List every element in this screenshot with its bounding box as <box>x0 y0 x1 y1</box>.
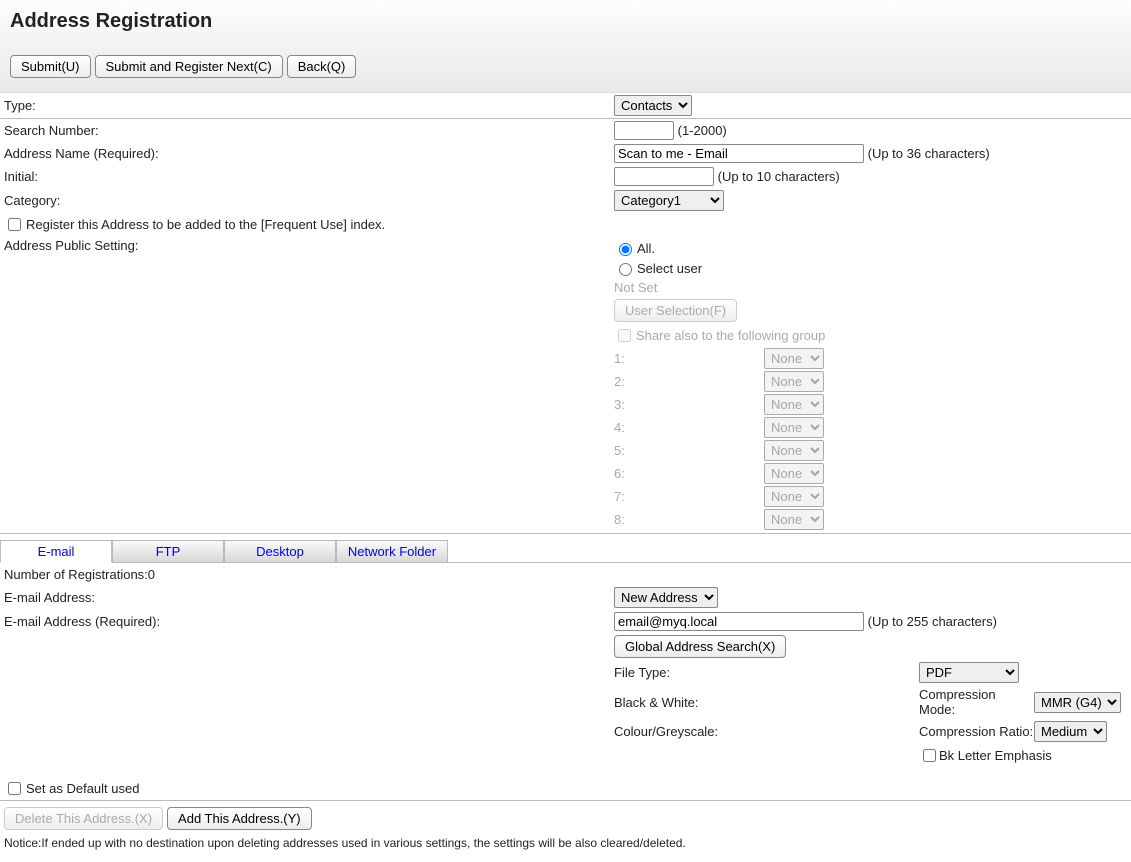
group-5-label: 5: <box>614 443 764 458</box>
search-number-label: Search Number: <box>4 123 614 138</box>
address-name-hint: (Up to 36 characters) <box>868 146 990 161</box>
user-selection-button: User Selection(F) <box>614 299 737 322</box>
tab-ftp[interactable]: FTP <box>112 540 224 563</box>
group-7-label: 7: <box>614 489 764 504</box>
bk-letter-checkbox[interactable] <box>923 749 936 762</box>
group-6-label: 6: <box>614 466 764 481</box>
category-select[interactable]: Category1 <box>614 190 724 211</box>
email-address-label: E-mail Address: <box>4 590 614 605</box>
group-3-select: None <box>764 394 824 415</box>
public-setting-label: Address Public Setting: <box>4 238 614 253</box>
public-all-label: All. <box>637 241 655 256</box>
file-type-select[interactable]: PDF <box>919 662 1019 683</box>
tab-network-folder[interactable]: Network Folder <box>336 540 448 563</box>
submit-register-next-button[interactable]: Submit and Register Next(C) <box>95 55 283 78</box>
email-address-select[interactable]: New Address <box>614 587 718 608</box>
bw-label: Black & White: <box>614 695 919 710</box>
initial-hint: (Up to 10 characters) <box>718 169 840 184</box>
registrations-label: Number of Registrations: <box>4 567 148 582</box>
group-2-select: None <box>764 371 824 392</box>
address-name-input[interactable] <box>614 144 864 163</box>
email-required-hint: (Up to 255 characters) <box>868 614 997 629</box>
delete-address-button: Delete This Address.(X) <box>4 807 163 830</box>
group-4-select: None <box>764 417 824 438</box>
initial-label: Initial: <box>4 169 614 184</box>
group-3-label: 3: <box>614 397 764 412</box>
type-select[interactable]: Contacts <box>614 95 692 116</box>
tab-desktop[interactable]: Desktop <box>224 540 336 563</box>
group-7-select: None <box>764 486 824 507</box>
set-default-checkbox[interactable] <box>8 782 21 795</box>
group-8-select: None <box>764 509 824 530</box>
email-required-input[interactable] <box>614 612 864 631</box>
initial-input[interactable] <box>614 167 714 186</box>
back-button[interactable]: Back(Q) <box>287 55 357 78</box>
tab-email[interactable]: E-mail <box>0 540 112 563</box>
group-2-label: 2: <box>614 374 764 389</box>
public-select-user-radio[interactable] <box>619 263 632 276</box>
public-select-user-label: Select user <box>637 261 702 276</box>
compression-ratio-select[interactable]: Medium <box>1034 721 1107 742</box>
color-label: Colour/Greyscale: <box>614 724 919 739</box>
share-group-checkbox <box>618 329 631 342</box>
share-group-label: Share also to the following group <box>636 328 825 343</box>
global-address-search-button[interactable]: Global Address Search(X) <box>614 635 786 658</box>
group-1-label: 1: <box>614 351 764 366</box>
registrations-count: 0 <box>148 567 155 582</box>
group-1-select: None <box>764 348 824 369</box>
compression-mode-select[interactable]: MMR (G4) <box>1034 692 1121 713</box>
search-number-input[interactable] <box>614 121 674 140</box>
group-8-label: 8: <box>614 512 764 527</box>
public-all-radio[interactable] <box>619 243 632 256</box>
notice-text: Notice:If ended up with no destination u… <box>0 836 1131 856</box>
not-set-label: Not Set <box>614 278 1127 297</box>
search-number-hint: (1-2000) <box>678 123 727 138</box>
frequent-use-checkbox[interactable] <box>8 218 21 231</box>
email-required-label: E-mail Address (Required): <box>4 614 614 629</box>
frequent-use-label: Register this Address to be added to the… <box>26 217 385 232</box>
bk-letter-label: Bk Letter Emphasis <box>939 748 1052 763</box>
group-4-label: 4: <box>614 420 764 435</box>
file-type-label: File Type: <box>614 665 919 680</box>
category-label: Category: <box>4 193 614 208</box>
set-default-label: Set as Default used <box>26 781 139 796</box>
group-6-select: None <box>764 463 824 484</box>
add-address-button[interactable]: Add This Address.(Y) <box>167 807 312 830</box>
compression-mode-label: Compression Mode: <box>919 687 1034 717</box>
submit-button[interactable]: Submit(U) <box>10 55 91 78</box>
compression-ratio-label: Compression Ratio: <box>919 724 1034 739</box>
page-title: Address Registration <box>10 10 1121 55</box>
type-label: Type: <box>4 98 614 113</box>
group-5-select: None <box>764 440 824 461</box>
address-name-label: Address Name (Required): <box>4 146 614 161</box>
